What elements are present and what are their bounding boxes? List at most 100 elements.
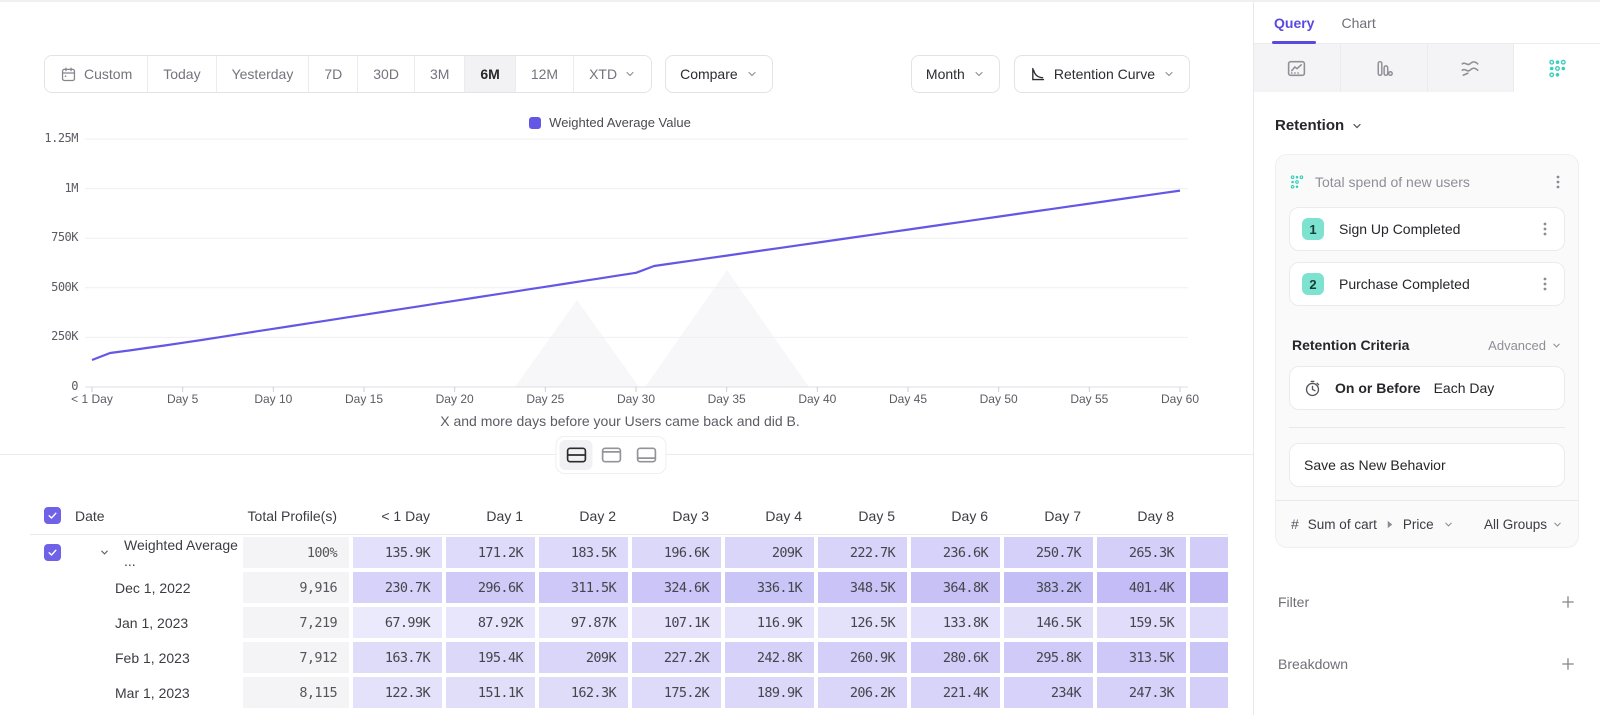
retention-value-cell[interactable]: 401.4K <box>1094 570 1187 605</box>
retention-value-cell[interactable]: 159.5K <box>1094 605 1187 640</box>
retention-value-cell[interactable]: 183.5K <box>536 535 629 570</box>
measurement-label[interactable]: Sum of cart <box>1308 517 1377 532</box>
table-header--1-day[interactable]: < 1 Day <box>350 497 443 534</box>
retention-value-cell[interactable]: 87.92K <box>443 605 536 640</box>
retention-value-cell[interactable]: 162.3K <box>536 675 629 710</box>
retention-section-header[interactable]: Retention <box>1275 117 1579 134</box>
range-button-xtd[interactable]: XTD <box>574 56 651 92</box>
retention-value-cell[interactable]: 348.5K <box>815 570 908 605</box>
table-header-date[interactable]: Date <box>30 497 240 534</box>
retention-value-cell[interactable]: 280.6K <box>908 640 1001 675</box>
table-header-total-profile-s-[interactable]: Total Profile(s) <box>240 497 350 534</box>
retention-value-cell[interactable]: 324.6K <box>629 570 722 605</box>
date-cell[interactable]: Feb 1, 2023 <box>30 640 240 675</box>
total-profiles-cell[interactable]: 7,912 <box>240 640 350 675</box>
total-profiles-cell[interactable]: 9,916 <box>240 570 350 605</box>
range-button-12m[interactable]: 12M <box>516 56 574 92</box>
table-header-day-5[interactable]: Day 5 <box>815 497 908 534</box>
granularity-dropdown[interactable]: Month <box>911 55 1000 93</box>
retention-value-cell[interactable]: 227.2K <box>629 640 722 675</box>
expand-chevron-icon[interactable] <box>99 545 110 561</box>
date-cell[interactable]: Mar 1, 2023 <box>30 675 240 710</box>
range-button-6m[interactable]: 6M <box>465 56 515 92</box>
range-button-30d[interactable]: 30D <box>358 56 415 92</box>
retention-value-cell-clipped[interactable] <box>1187 570 1228 605</box>
retention-value-cell[interactable]: 97.87K <box>536 605 629 640</box>
save-as-new-behavior-button[interactable]: Save as New Behavior <box>1289 443 1565 487</box>
retention-value-cell-clipped[interactable] <box>1187 605 1228 640</box>
retention-value-cell[interactable]: 250.7K <box>1001 535 1094 570</box>
retention-value-cell[interactable]: 236.6K <box>908 535 1001 570</box>
behavior-step-1[interactable]: 1 Sign Up Completed <box>1289 207 1565 251</box>
date-cell[interactable]: Weighted Average ... <box>30 535 240 570</box>
insights-report-icon[interactable] <box>1254 44 1341 92</box>
retention-value-cell[interactable]: 383.2K <box>1001 570 1094 605</box>
retention-value-cell[interactable]: 146.5K <box>1001 605 1094 640</box>
chart-plot-area[interactable] <box>85 132 1195 394</box>
range-button-custom[interactable]: Custom <box>45 56 148 92</box>
compare-button[interactable]: Compare <box>665 55 773 93</box>
behavior-step-2[interactable]: 2 Purchase Completed <box>1289 262 1565 306</box>
retention-value-cell[interactable]: 296.6K <box>443 570 536 605</box>
retention-value-cell[interactable]: 126.5K <box>815 605 908 640</box>
add-filter-button[interactable] <box>1560 594 1576 610</box>
retention-value-cell[interactable]: 221.4K <box>908 675 1001 710</box>
retention-value-cell[interactable]: 67.99K <box>350 605 443 640</box>
table-header-day-6[interactable]: Day 6 <box>908 497 1001 534</box>
date-cell[interactable]: Dec 1, 2022 <box>30 570 240 605</box>
retention-value-cell[interactable]: 311.5K <box>536 570 629 605</box>
retention-value-cell-clipped[interactable] <box>1187 535 1228 570</box>
retention-value-cell[interactable]: 135.9K <box>350 535 443 570</box>
all-groups-dropdown[interactable]: All Groups <box>1484 517 1563 532</box>
add-breakdown-button[interactable] <box>1560 656 1576 672</box>
step-menu-icon[interactable] <box>1538 221 1552 237</box>
retention-value-cell[interactable]: 336.1K <box>722 570 815 605</box>
retention-value-cell[interactable]: 116.9K <box>722 605 815 640</box>
retention-value-cell[interactable]: 265.3K <box>1094 535 1187 570</box>
range-button-3m[interactable]: 3M <box>415 56 465 92</box>
tab-query[interactable]: Query <box>1274 15 1314 43</box>
retention-value-cell[interactable]: 133.8K <box>908 605 1001 640</box>
behavior-menu-icon[interactable] <box>1551 174 1565 190</box>
retention-value-cell[interactable]: 230.7K <box>350 570 443 605</box>
retention-value-cell[interactable]: 247.3K <box>1094 675 1187 710</box>
step-menu-icon[interactable] <box>1538 276 1552 292</box>
retention-value-cell[interactable]: 313.5K <box>1094 640 1187 675</box>
date-cell[interactable]: Jan 1, 2023 <box>30 605 240 640</box>
retention-value-cell-clipped[interactable] <box>1187 675 1228 710</box>
retention-value-cell[interactable]: 222.7K <box>815 535 908 570</box>
total-profiles-cell[interactable]: 100% <box>240 535 350 570</box>
row-checkbox[interactable] <box>44 544 61 561</box>
range-button-today[interactable]: Today <box>148 56 216 92</box>
table-header-day-4[interactable]: Day 4 <box>722 497 815 534</box>
retention-value-cell[interactable]: 107.1K <box>629 605 722 640</box>
retention-value-cell[interactable]: 175.2K <box>629 675 722 710</box>
retention-value-cell[interactable]: 195.4K <box>443 640 536 675</box>
table-header-day-1[interactable]: Day 1 <box>443 497 536 534</box>
layout-split-bottom-button[interactable] <box>630 440 663 470</box>
retention-value-cell[interactable]: 206.2K <box>815 675 908 710</box>
retention-value-cell[interactable]: 242.8K <box>722 640 815 675</box>
range-button-yesterday[interactable]: Yesterday <box>217 56 310 92</box>
retention-value-cell[interactable]: 260.9K <box>815 640 908 675</box>
table-header-day-2[interactable]: Day 2 <box>536 497 629 534</box>
total-profiles-cell[interactable]: 7,219 <box>240 605 350 640</box>
layout-split-even-button[interactable] <box>560 440 593 470</box>
retention-value-cell[interactable]: 209K <box>536 640 629 675</box>
measurement-property[interactable]: Price <box>1403 517 1434 532</box>
retention-value-cell[interactable]: 209K <box>722 535 815 570</box>
funnels-report-icon[interactable] <box>1341 44 1428 92</box>
retention-value-cell[interactable]: 196.6K <box>629 535 722 570</box>
retention-value-cell[interactable]: 364.8K <box>908 570 1001 605</box>
layout-split-top-button[interactable] <box>595 440 628 470</box>
retention-value-cell[interactable]: 151.1K <box>443 675 536 710</box>
retention-report-icon[interactable] <box>1514 44 1600 92</box>
tab-chart[interactable]: Chart <box>1341 15 1375 43</box>
retention-value-cell[interactable]: 234K <box>1001 675 1094 710</box>
retention-value-cell[interactable]: 171.2K <box>443 535 536 570</box>
range-button-7d[interactable]: 7D <box>309 56 358 92</box>
select-all-checkbox[interactable] <box>44 507 61 524</box>
retention-value-cell[interactable]: 189.9K <box>722 675 815 710</box>
table-header-day-3[interactable]: Day 3 <box>629 497 722 534</box>
flows-report-icon[interactable] <box>1428 44 1515 92</box>
